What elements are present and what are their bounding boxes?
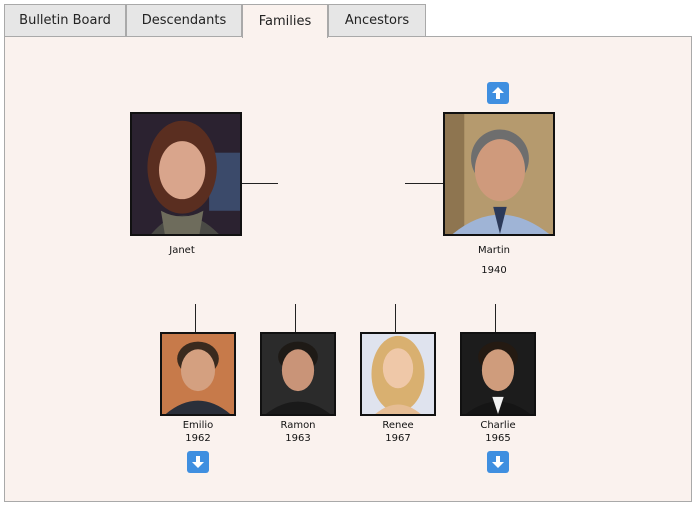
tab-ancestors[interactable]: Ancestors xyxy=(328,4,426,36)
child-photo-emilio[interactable] xyxy=(160,332,236,416)
tab-label: Bulletin Board xyxy=(19,13,111,28)
tab-label: Descendants xyxy=(141,13,227,28)
child-year: 1965 xyxy=(485,433,511,444)
child-year: 1967 xyxy=(385,433,411,444)
arrow-up-icon[interactable] xyxy=(487,82,509,104)
arrow-down-icon[interactable] xyxy=(187,451,209,473)
arrow-down-icon[interactable] xyxy=(487,451,509,473)
child-name: Ramon xyxy=(280,420,316,431)
tab-label: Families xyxy=(258,14,312,29)
child-year: 1963 xyxy=(285,433,311,444)
tab-label: Ancestors xyxy=(344,13,410,28)
child-photo-renee[interactable] xyxy=(360,332,436,416)
mother-connector xyxy=(242,183,278,184)
child-name: Charlie xyxy=(480,420,516,431)
tab-bulletin-board[interactable]: Bulletin Board xyxy=(4,4,126,36)
tab-descendants[interactable]: Descendants xyxy=(126,4,242,36)
child-connector xyxy=(495,304,496,332)
father-photo[interactable] xyxy=(443,112,555,236)
child-connector xyxy=(295,304,296,332)
father-connector xyxy=(405,183,443,184)
child-name: Renee xyxy=(382,420,414,431)
child-year: 1962 xyxy=(185,433,211,444)
child-photo-charlie[interactable] xyxy=(460,332,536,416)
child-photo-ramon[interactable] xyxy=(260,332,336,416)
father-year: 1940 xyxy=(481,265,507,276)
child-connector xyxy=(395,304,396,332)
tab-families[interactable]: Families xyxy=(242,4,328,38)
mother-name: Janet xyxy=(169,245,195,256)
mother-photo[interactable] xyxy=(130,112,242,236)
families-panel xyxy=(4,36,692,502)
child-connector xyxy=(195,304,196,332)
child-name: Emilio xyxy=(182,420,214,431)
father-name: Martin xyxy=(478,245,510,256)
